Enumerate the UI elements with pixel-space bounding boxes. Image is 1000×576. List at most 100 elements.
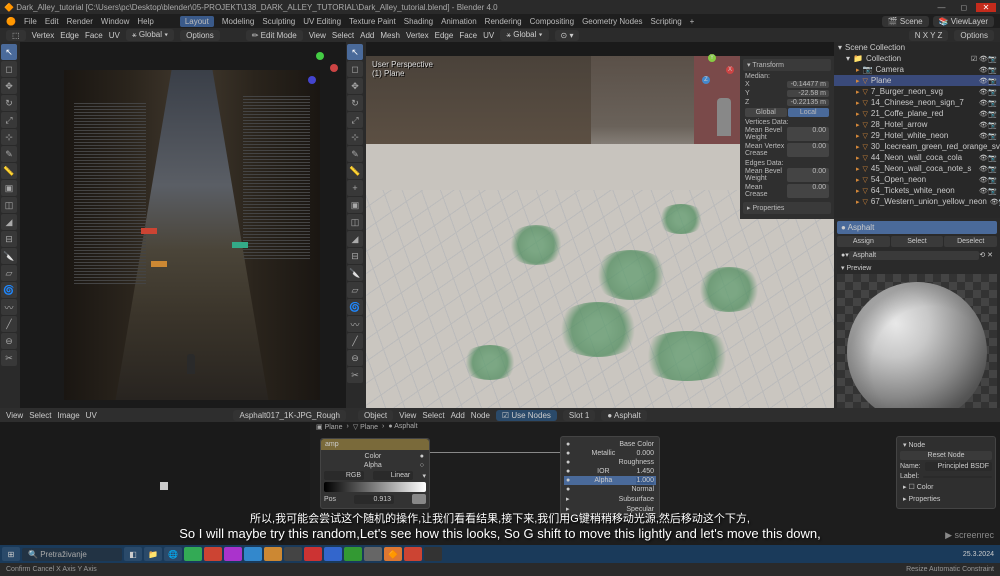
menu-window[interactable]: Window: [101, 17, 129, 26]
hdr-orientation[interactable]: ⚹ Global ▾: [500, 29, 548, 41]
minimize-button[interactable]: —: [932, 3, 952, 12]
tool-poly[interactable]: ▱: [1, 265, 17, 281]
crumb-mesh[interactable]: ▽ Plane: [353, 423, 378, 433]
outliner-item[interactable]: ▸▽44_Neon_wall_coca_cola👁📷: [834, 152, 1000, 163]
outliner-item[interactable]: ▸▽30_Icecream_green_red_orange_svg👁📷: [834, 141, 1000, 152]
viewlayer-selector[interactable]: 📚 ViewLayer: [933, 16, 994, 27]
maximize-button[interactable]: ◻: [954, 3, 974, 12]
tb-taskview[interactable]: ◧: [124, 547, 142, 561]
outliner-scene[interactable]: ▾Scene Collection: [834, 42, 1000, 53]
tb-app[interactable]: [424, 547, 442, 561]
preview-header[interactable]: ▾ Preview: [837, 262, 997, 274]
hdr-face[interactable]: Face: [459, 31, 477, 40]
tool2-annotate[interactable]: ✎: [347, 146, 363, 162]
tool-inset[interactable]: ◫: [1, 197, 17, 213]
ramp-pos[interactable]: 0.913: [354, 495, 394, 504]
node-principled[interactable]: ● Base Color ● Metallic0.000 ● Roughness…: [560, 436, 660, 518]
outliner-item[interactable]: ▸▽7_Burger_neon_svg👁📷: [834, 86, 1000, 97]
workspace-shading[interactable]: Shading: [404, 17, 433, 26]
workspace-sculpting[interactable]: Sculpting: [262, 17, 295, 26]
tool-transform[interactable]: ⊹: [1, 129, 17, 145]
median-y[interactable]: -22.58 m: [787, 90, 829, 97]
menu-file[interactable]: File: [24, 17, 37, 26]
outliner-camera[interactable]: ▸📷Camera👁📷: [834, 64, 1000, 75]
viewport-edit[interactable]: User Perspective (1) Plane X Y Z ▾ Trans…: [366, 42, 834, 408]
tb-app[interactable]: [324, 547, 342, 561]
space-local[interactable]: Local: [788, 108, 830, 117]
median-x[interactable]: -0.14477 m: [787, 81, 829, 88]
vp1-face[interactable]: Face: [85, 31, 103, 40]
tool2-loopcut[interactable]: ⊟: [347, 248, 363, 264]
outliner-item[interactable]: ▸▽21_Coffe_plane_red👁📷: [834, 108, 1000, 119]
vp1-mode[interactable]: ⬚: [6, 30, 26, 41]
space-global[interactable]: Global: [745, 108, 787, 117]
close-button[interactable]: ✕: [976, 3, 996, 12]
tb-app[interactable]: [264, 547, 282, 561]
tool-move[interactable]: ✥: [1, 78, 17, 94]
tb-app[interactable]: [404, 547, 422, 561]
menu-help[interactable]: Help: [137, 17, 153, 26]
hdr-mesh[interactable]: Mesh: [380, 31, 400, 40]
tool2-add[interactable]: +: [347, 180, 363, 196]
material-slot[interactable]: ● Asphalt: [837, 221, 997, 234]
node-add[interactable]: Add: [451, 411, 465, 420]
vp1-options[interactable]: Options: [180, 30, 220, 41]
bsdf-metallic[interactable]: 0.000: [636, 450, 654, 457]
tool2-transform[interactable]: ⊹: [347, 129, 363, 145]
tool2-shrink[interactable]: ⊖: [347, 350, 363, 366]
tool2-inset[interactable]: ◫: [347, 214, 363, 230]
workspace-animation[interactable]: Animation: [441, 17, 477, 26]
tb-app[interactable]: [304, 547, 322, 561]
tool2-measure[interactable]: 📏: [347, 163, 363, 179]
tb-app[interactable]: [184, 547, 202, 561]
workspace-texture[interactable]: Texture Paint: [349, 17, 396, 26]
tool-shrink[interactable]: ⊖: [1, 333, 17, 349]
tool-knife[interactable]: 🔪: [1, 248, 17, 264]
hdr-view[interactable]: View: [309, 31, 326, 40]
bevel-weight[interactable]: 0.00: [787, 127, 829, 141]
outliner-item[interactable]: ▸▽64_Tickets_white_neon👁📷: [834, 185, 1000, 196]
hdr-uv[interactable]: UV: [483, 31, 494, 40]
tb-edge[interactable]: 🌐: [164, 547, 182, 561]
tool2-edge[interactable]: ╱: [347, 333, 363, 349]
tb-app[interactable]: [344, 547, 362, 561]
hdr-edge[interactable]: Edge: [435, 31, 454, 40]
edge-crease[interactable]: 0.00: [787, 184, 829, 198]
workspace-compositing[interactable]: Compositing: [530, 17, 574, 26]
tool2-move[interactable]: ✥: [347, 78, 363, 94]
ramp-gradient[interactable]: [324, 482, 426, 492]
tb-app[interactable]: [244, 547, 262, 561]
img-menu-image[interactable]: Image: [57, 411, 79, 420]
crumb-mat[interactable]: ● Asphalt: [388, 423, 417, 433]
outliner-plane[interactable]: ▸▽Plane👁📷: [834, 75, 1000, 86]
tool2-knife[interactable]: 🔪: [347, 265, 363, 281]
menu-edit[interactable]: Edit: [45, 17, 59, 26]
transform-header[interactable]: ▾ Transform: [743, 59, 831, 71]
reset-node-button[interactable]: Reset Node: [900, 451, 992, 460]
tool-rotate[interactable]: ↻: [1, 95, 17, 111]
outliner-item[interactable]: ▸▽28_Hotel_arrow👁📷: [834, 119, 1000, 130]
node-view[interactable]: View: [399, 411, 416, 420]
workspace-scripting[interactable]: Scripting: [651, 17, 682, 26]
median-z[interactable]: -0.22135 m: [787, 99, 829, 106]
tool-select[interactable]: ◻: [1, 61, 17, 77]
hdr-vertex[interactable]: Vertex: [406, 31, 429, 40]
material-name-field[interactable]: Asphalt: [849, 251, 980, 260]
nav-gizmo-left[interactable]: [302, 50, 338, 86]
tb-app[interactable]: [364, 547, 382, 561]
node-name-field[interactable]: Principled BSDF: [925, 462, 992, 471]
tool-edge[interactable]: ╱: [1, 316, 17, 332]
node-select[interactable]: Select: [422, 411, 444, 420]
tool-loopcut[interactable]: ⊟: [1, 231, 17, 247]
node-colorramp[interactable]: amp Color ● Alpha ○ RGBLinear▾ Pos0.913: [320, 438, 430, 509]
bsdf-ior[interactable]: 1.450: [636, 468, 654, 475]
tool-spin[interactable]: 🌀: [1, 282, 17, 298]
outliner-collection[interactable]: ▾📁Collection☑👁📷: [834, 53, 1000, 64]
taskbar-clock[interactable]: 25.3.2024: [959, 551, 998, 558]
tb-explorer[interactable]: 📁: [144, 547, 162, 561]
edge-bevel[interactable]: 0.00: [787, 168, 829, 182]
vp1-vertex[interactable]: Vertex: [32, 31, 55, 40]
img-menu-uv[interactable]: UV: [86, 411, 97, 420]
workspace-uv[interactable]: UV Editing: [303, 17, 341, 26]
menu-render[interactable]: Render: [67, 17, 93, 26]
